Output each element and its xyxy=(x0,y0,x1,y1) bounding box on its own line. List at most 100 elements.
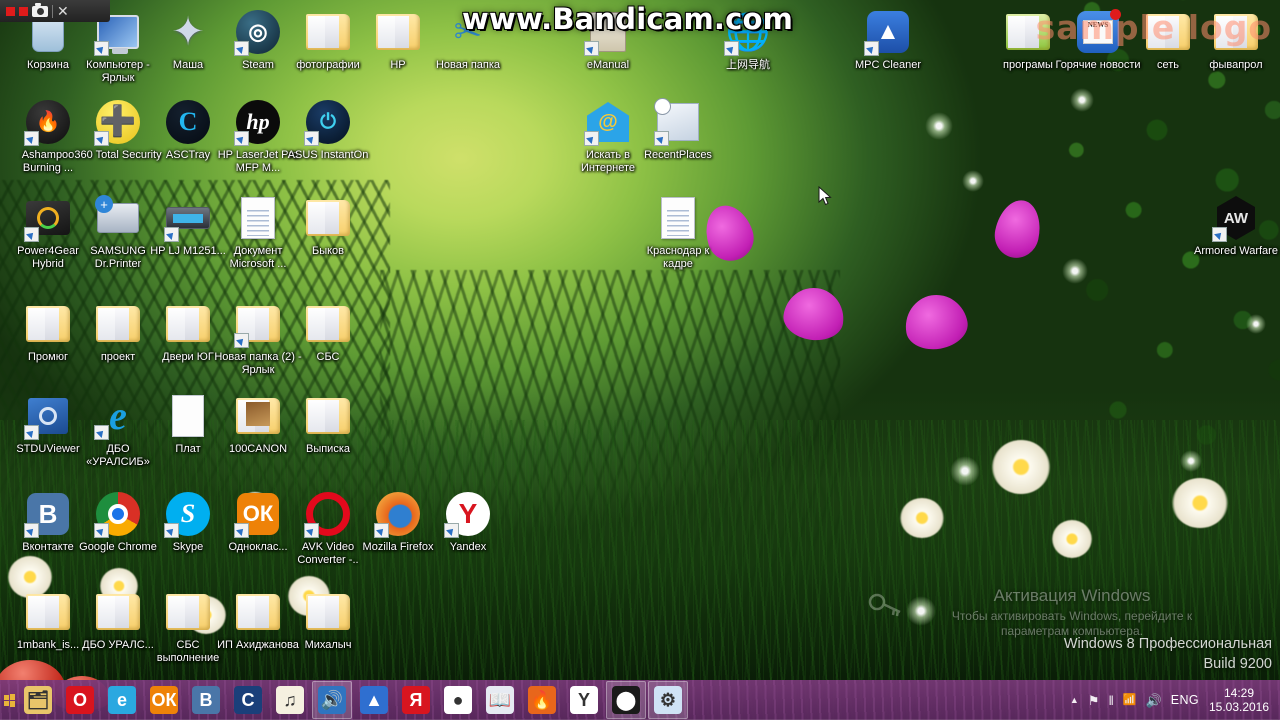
printer-art: + xyxy=(95,195,139,233)
desktop-icon[interactable]: Михалыч xyxy=(284,588,372,652)
shortcut-overlay-icon xyxy=(724,41,739,56)
desktop-icon[interactable]: Y Yandex xyxy=(424,490,512,554)
shortcut-overlay-icon xyxy=(164,227,179,242)
odnoklassniki-icon: ОК xyxy=(234,490,282,538)
desktop-icon[interactable]: Краснодар к кадре xyxy=(634,194,722,270)
internet-explorer-icon: e xyxy=(108,686,136,714)
blank-document-icon xyxy=(164,392,212,440)
clock[interactable]: 14:29 15.03.2016 xyxy=(1208,686,1270,714)
shortcut-overlay-icon xyxy=(94,41,109,56)
taskbar-reader[interactable]: 📖 xyxy=(480,681,520,719)
desktop-icon-label: Armored Warfare xyxy=(1194,245,1278,257)
folder-icon xyxy=(304,300,352,348)
document-reader-icon: 📖 xyxy=(486,686,514,714)
folder-art xyxy=(96,306,140,342)
desktop-icon[interactable]: Быков xyxy=(284,194,372,258)
start-button[interactable] xyxy=(2,681,16,719)
desktop-icon-label: фывапрол xyxy=(1209,59,1263,71)
windows-logo-icon xyxy=(3,693,15,707)
desktop-icon-label: СБС xyxy=(316,351,340,363)
folder-art xyxy=(26,594,70,630)
desktop-icon[interactable]: ▲ MPC Cleaner xyxy=(844,8,932,72)
speaker-icon[interactable]: 🔊 xyxy=(1146,694,1162,707)
folder-art xyxy=(306,594,350,630)
taskbar-mpc-cleaner[interactable]: ▲ xyxy=(354,681,394,719)
asctray-icon: C xyxy=(164,98,212,146)
desktop[interactable]: Корзина Компьютер - Ярлык ✦ Маша ◎ Steam фотог… xyxy=(0,0,1280,720)
asus-instanton-icon: ⏻ xyxy=(304,98,352,146)
taskbar-firefox[interactable]: 🔥 xyxy=(522,681,562,719)
desktop-icon-label: Новая папка xyxy=(435,59,501,71)
taskbar-chrome[interactable]: ● xyxy=(438,681,478,719)
taskbar-odnoklassniki[interactable]: ОК xyxy=(144,681,184,719)
chrome-icon xyxy=(94,490,142,538)
taskbar-asctray[interactable]: C xyxy=(228,681,268,719)
star-art: ✦ xyxy=(171,10,205,54)
taskbar[interactable]: 🗂 Oe ОК B C ♫ 🔊 ▲ Я ● 📖 🔥 Y ⬤ ⚙ ▲ ⚑ ‖ 📶 🔊 ENG 14:29 15… xyxy=(0,680,1280,720)
taskbar-control-panel[interactable]: ⚙ xyxy=(648,681,688,719)
taskbar-vkontakte[interactable]: B xyxy=(186,681,226,719)
camera-icon[interactable] xyxy=(32,2,48,17)
desktop-icon-label: Михалыч xyxy=(304,639,352,651)
shortcut-overlay-icon xyxy=(654,131,669,146)
bandicam-toolbar[interactable]: ✕ xyxy=(0,0,110,22)
taskbar-opera[interactable]: O xyxy=(60,681,100,719)
desktop-icon[interactable]: СБС xyxy=(284,300,372,364)
yandex-icon: Я xyxy=(402,686,430,714)
control-panel-icon: ⚙ xyxy=(654,686,682,714)
desktop-icon[interactable]: AW Armored Warfare xyxy=(1192,194,1280,258)
speaker-icon: 🔊 xyxy=(318,686,346,714)
key-icon xyxy=(868,593,901,617)
taskbar-music-player[interactable]: ♫ xyxy=(270,681,310,719)
network-warning-icon[interactable]: 📶 xyxy=(1123,694,1137,706)
internet-explorer-icon: e xyxy=(94,392,142,440)
taskbar-volume-app[interactable]: 🔊 xyxy=(312,681,352,719)
chevron-up-icon[interactable]: ▲ xyxy=(1070,695,1079,705)
folder-icon xyxy=(304,8,352,56)
desktop-icon[interactable]: RecentPlaces xyxy=(634,98,722,162)
armored-warfare-icon: AW xyxy=(1212,194,1260,242)
record-button[interactable] xyxy=(6,6,15,16)
shortcut-overlay-icon xyxy=(234,41,249,56)
shortcut-overlay-icon xyxy=(24,131,39,146)
record-circle-icon: ⬤ xyxy=(612,686,640,714)
skype-icon: S xyxy=(164,490,212,538)
folder-icon xyxy=(94,300,142,348)
desktop-icon-label: 上网导航 xyxy=(726,59,770,71)
battery-icon[interactable]: ‖ xyxy=(1108,694,1113,707)
folder-art xyxy=(166,306,210,342)
shortcut-overlay-icon xyxy=(24,523,39,538)
shortcut-overlay-icon xyxy=(444,523,459,538)
desktop-icon-grid: Корзина Компьютер - Ярлык ✦ Маша ◎ Steam фотог… xyxy=(0,0,1280,720)
taskbar-explorer[interactable]: 🗂 xyxy=(18,681,58,719)
shortcut-overlay-icon xyxy=(584,41,599,56)
desktop-icon[interactable]: Выписка xyxy=(284,392,372,456)
stduviewer-icon xyxy=(24,392,72,440)
folder-icon xyxy=(24,588,72,636)
taskbar-bandicam[interactable]: ⬤ xyxy=(606,681,646,719)
taskbar-yandex[interactable]: Я xyxy=(396,681,436,719)
shortcut-overlay-icon xyxy=(584,131,599,146)
ashampoo-icon: 🔥 xyxy=(24,98,72,146)
printer-icon: + xyxy=(94,194,142,242)
flag-icon[interactable]: ⚑ xyxy=(1088,694,1100,707)
power4gear-icon xyxy=(24,194,72,242)
folder-icon xyxy=(164,300,212,348)
vk-icon: B xyxy=(192,686,220,714)
clock-date: 15.03.2016 xyxy=(1208,700,1270,714)
folder-icon xyxy=(234,300,282,348)
blank-document-art xyxy=(172,395,204,437)
desktop-icon-label: Быков xyxy=(311,245,345,257)
shortcut-overlay-icon xyxy=(94,425,109,440)
taskbar-yandex-browser[interactable]: Y xyxy=(564,681,604,719)
document-art xyxy=(661,197,695,239)
internet-explorer-art: e xyxy=(109,393,127,438)
desktop-icon[interactable]: ⏻ ASUS InstantOn xyxy=(284,98,372,162)
pause-button[interactable] xyxy=(19,6,28,16)
language-indicator[interactable]: ENG xyxy=(1171,693,1199,707)
steam-icon: ◎ xyxy=(234,8,282,56)
desktop-icon-label: ASUS InstantOn xyxy=(287,149,369,161)
taskbar-internet-explorer[interactable]: e xyxy=(102,681,142,719)
close-icon[interactable]: ✕ xyxy=(57,4,69,18)
recent-places-icon xyxy=(654,98,702,146)
